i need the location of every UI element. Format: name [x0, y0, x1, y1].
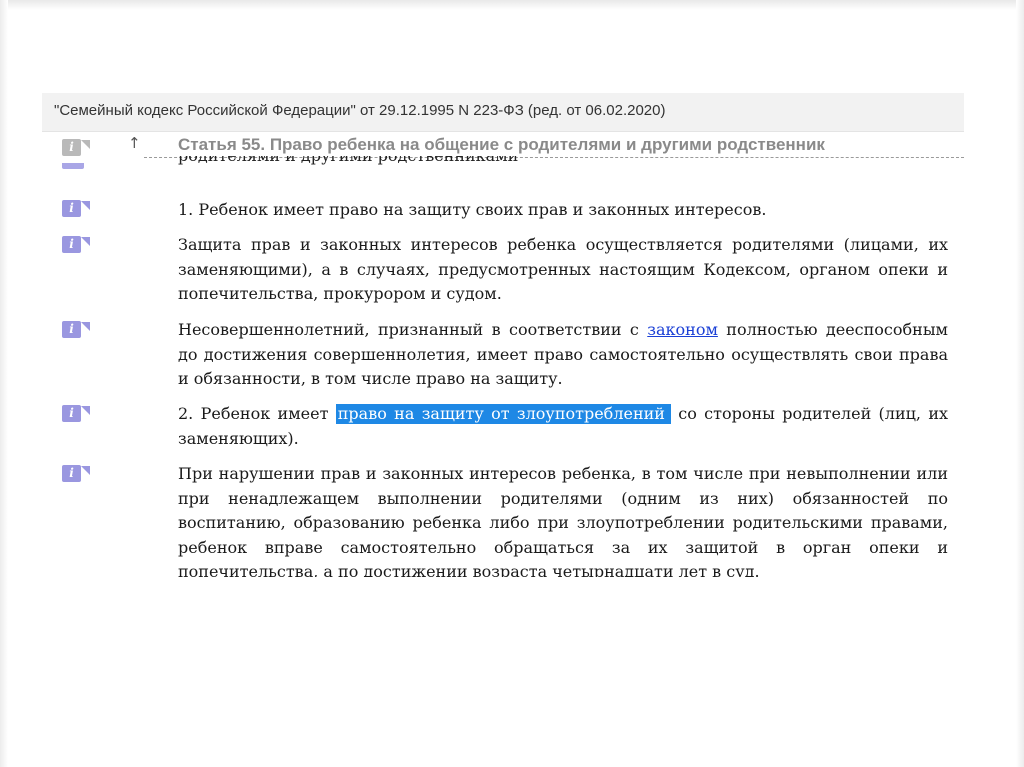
paragraph-2: Защита прав и законных интересов ребенка… [178, 233, 948, 307]
cut-previous-line: родителями и другими родственниками [178, 156, 598, 166]
info-icon[interactable]: i [62, 321, 90, 338]
document-title: "Семейный кодекс Российской Федерации" о… [54, 102, 666, 119]
paragraph-text: 1. Ребенок имеет право на защиту своих п… [178, 200, 767, 219]
paragraph-1: 1. Ребенок имеет право на защиту своих п… [178, 198, 948, 223]
paragraph-text: Несовершеннолетний, признанный в соответ… [178, 320, 648, 339]
info-icon[interactable]: i [62, 236, 90, 253]
frame-shadow-left [0, 0, 8, 767]
info-icon[interactable]: i [62, 200, 90, 217]
law-link[interactable]: законом [647, 320, 718, 339]
highlighted-selection[interactable]: право на защиту от злоупотреблений [335, 404, 671, 424]
frame-shadow [0, 0, 1024, 10]
info-icon-partial [62, 163, 84, 169]
paragraph-3: Несовершеннолетний, признанный в соответ… [178, 318, 948, 392]
frame-shadow-right [1016, 0, 1024, 767]
article-title[interactable]: Статья 55. Право ребенка на общение с ро… [178, 135, 825, 155]
info-icon[interactable]: i [62, 465, 90, 482]
paragraph-text: Защита прав и законных интересов ребенка… [178, 235, 948, 303]
info-icon[interactable]: i [62, 139, 90, 156]
up-arrow-icon[interactable]: ↑ [128, 134, 141, 152]
paragraph-text: 2. Ребенок имеет [178, 404, 336, 423]
paragraph-4: 2. Ребенок имеет право на защиту от злоу… [178, 402, 948, 451]
paragraph-text: При нарушении прав и законных интересов … [178, 464, 948, 577]
info-icon[interactable]: i [62, 405, 90, 422]
document-header: "Семейный кодекс Российской Федерации" о… [42, 93, 964, 132]
paragraph-5: При нарушении прав и законных интересов … [178, 462, 948, 577]
